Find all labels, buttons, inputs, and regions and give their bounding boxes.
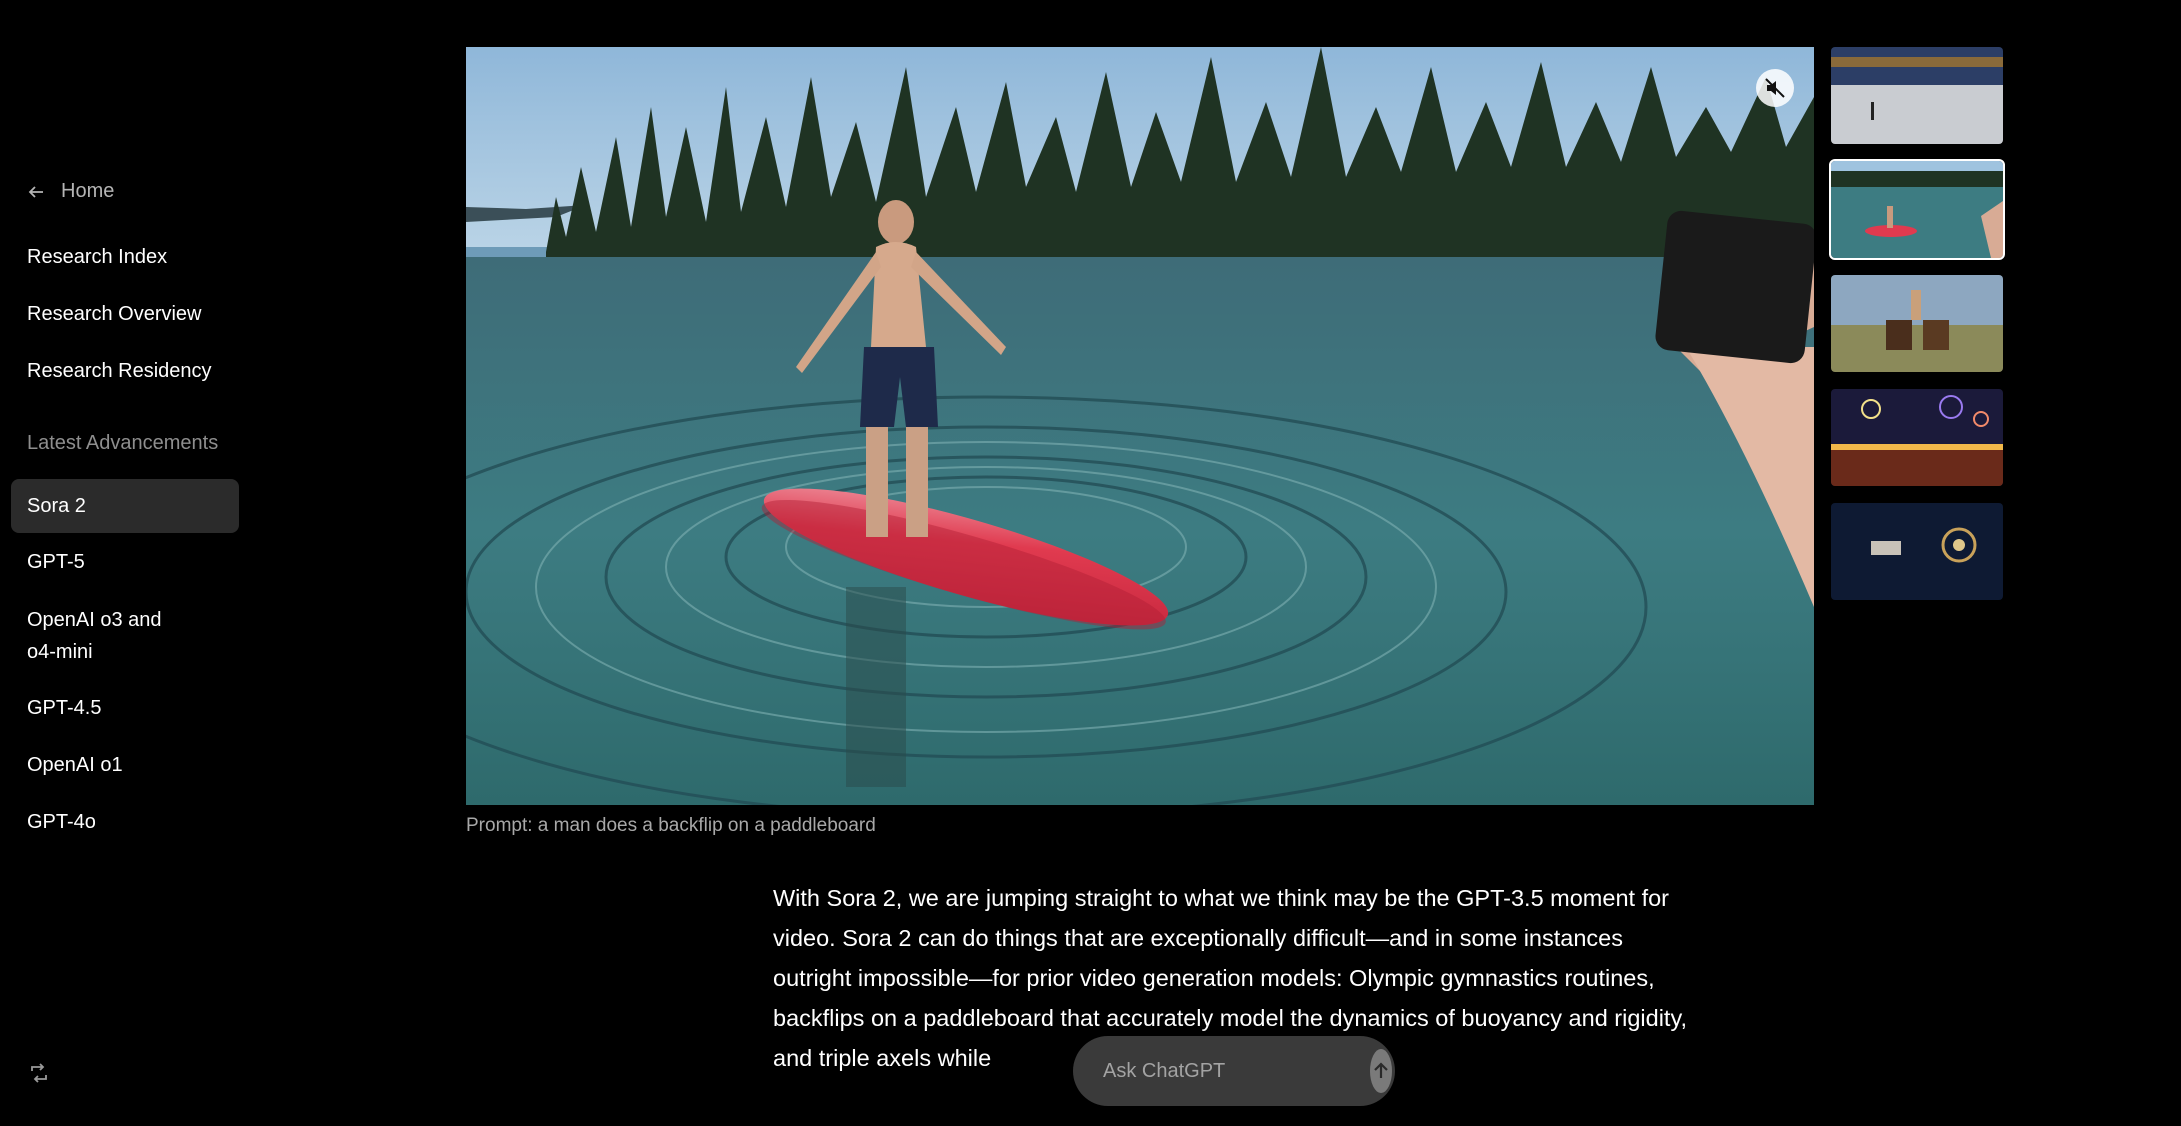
sidebar-item-research-residency[interactable]: Research Residency [11,355,239,387]
sidebar-item-o3-o4-mini[interactable]: OpenAI o3 and o4-mini [11,604,201,668]
muted-speaker-icon [1765,78,1785,98]
home-link[interactable]: Home [27,180,114,203]
ask-chatgpt-bar [1073,1036,1395,1106]
thumbnail-paddleboard[interactable] [1829,159,2005,260]
section-label-latest-advancements: Latest Advancements [27,432,219,454]
sidebar: Home Research Index Research Overview Re… [0,0,250,1126]
thumbnail-ice-rink[interactable] [1831,47,2003,144]
sidebar-item-gpt-4o[interactable]: GPT-4o [11,806,239,838]
sidebar-item-sora-2[interactable]: Sora 2 [11,479,239,533]
thumbnail-space[interactable] [1831,503,2003,600]
sidebar-item-label: Sora 2 [27,495,86,517]
video-frame [466,47,1814,805]
video-player[interactable] [466,47,1814,805]
send-button[interactable] [1370,1049,1392,1093]
sidebar-item-research-overview[interactable]: Research Overview [11,298,239,330]
mute-toggle-button[interactable] [1756,69,1794,107]
home-label: Home [61,180,115,202]
video-thumbnail-list [1829,47,2005,617]
arrow-up-icon [1374,1062,1388,1078]
thumbnail-fireworks[interactable] [1831,389,2003,486]
refresh-icon[interactable] [28,1062,50,1084]
sidebar-item-gpt-5[interactable]: GPT-5 [11,546,239,578]
arrow-left-icon [28,185,43,198]
video-caption: Prompt: a man does a backflip on a paddl… [466,815,876,836]
ask-chatgpt-input[interactable] [1101,1058,1370,1084]
sidebar-item-o1[interactable]: OpenAI o1 [11,749,239,781]
thumbnail-horses[interactable] [1831,275,2003,372]
sidebar-item-research-index[interactable]: Research Index [11,241,239,273]
sidebar-item-gpt-4-5[interactable]: GPT-4.5 [11,692,239,724]
